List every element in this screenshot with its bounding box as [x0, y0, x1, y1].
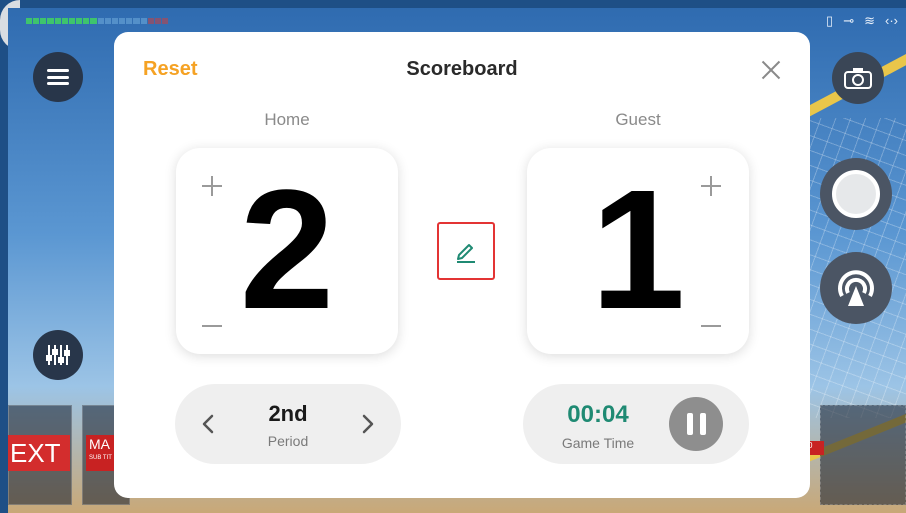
- broadcast-icon: [838, 270, 874, 306]
- chevron-right-icon: [362, 414, 374, 434]
- wifi-icon: ≋: [864, 13, 875, 28]
- pencil-icon: [457, 244, 475, 263]
- menu-icon: [47, 69, 69, 85]
- dialog-header: Reset Scoreboard: [114, 32, 810, 110]
- game-time-control: 00:04 Game Time: [523, 384, 749, 464]
- scene-label-ext: EXT: [8, 435, 70, 471]
- guest-decrement-button[interactable]: [701, 315, 723, 337]
- home-label: Home: [264, 110, 310, 129]
- game-time-value[interactable]: 00:04: [560, 401, 636, 429]
- pause-icon: [686, 413, 693, 435]
- edit-scoreboard-button[interactable]: [437, 222, 495, 280]
- home-decrement-button[interactable]: [202, 315, 224, 337]
- guest-score: 1: [590, 155, 686, 345]
- record-icon: [832, 170, 880, 218]
- code-icon: ‹·›: [885, 13, 898, 28]
- pause-icon: [699, 413, 706, 435]
- status-bar: ▯ ⊸ ≋ ‹·›: [8, 8, 906, 34]
- sd-card-icon: ▯: [826, 13, 834, 28]
- record-button[interactable]: [820, 158, 892, 230]
- close-icon[interactable]: [759, 58, 783, 82]
- guest-label: Guest: [615, 110, 661, 129]
- battery-icon: ⊸: [843, 13, 855, 28]
- live-stream-button[interactable]: [820, 252, 892, 324]
- snapshot-button[interactable]: [832, 52, 884, 104]
- camera-icon: [844, 68, 872, 89]
- next-period-button[interactable]: [355, 412, 379, 436]
- dialog-title: Scoreboard: [406, 58, 518, 80]
- scene-badge: 0: [808, 441, 824, 455]
- audio-mixer-button[interactable]: [33, 330, 83, 380]
- home-score: 2: [239, 155, 335, 345]
- scene-label-ma-title: MA: [89, 436, 110, 452]
- pause-timer-button[interactable]: [669, 397, 723, 451]
- home-score-card: 2: [176, 148, 398, 354]
- game-time-caption: Game Time: [561, 435, 635, 451]
- mixer-icon: [46, 345, 70, 365]
- period-control: 2nd Period: [175, 384, 401, 464]
- add-scene-slot[interactable]: [820, 405, 906, 505]
- menu-button[interactable]: [33, 52, 83, 102]
- audio-level-meter: [26, 18, 169, 24]
- guest-score-card: 1: [527, 148, 749, 354]
- scoreboard-dialog: Reset Scoreboard Home Guest 2 1 2nd Peri…: [114, 32, 810, 498]
